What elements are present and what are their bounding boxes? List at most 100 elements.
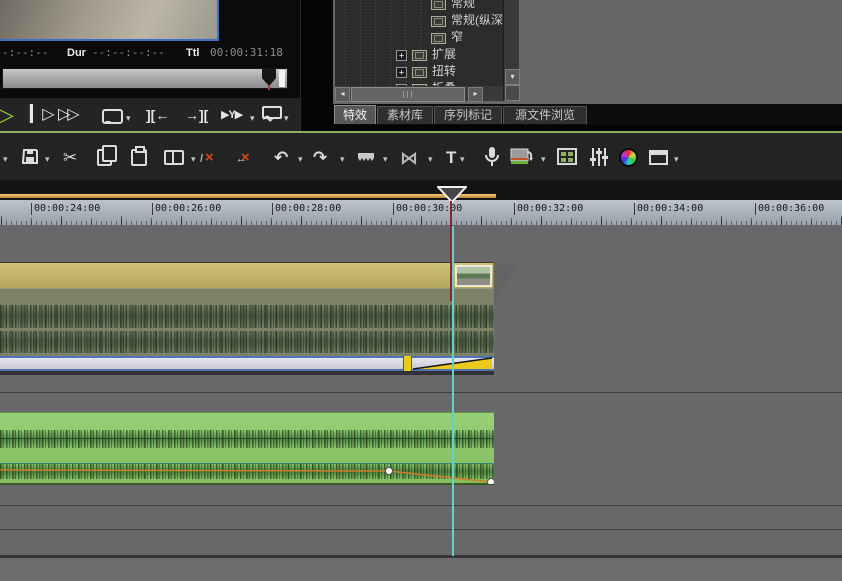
- layout-dropdown-caret[interactable]: ▾: [674, 153, 679, 165]
- delete-slash-glyph: /: [200, 153, 204, 165]
- folder-icon: [431, 16, 446, 27]
- tree-item-normal-depth[interactable]: 常规(纵深): [335, 13, 503, 30]
- scroll-left-button[interactable]: ◂: [335, 87, 350, 102]
- step-forward-button[interactable]: ▎▷: [30, 98, 55, 132]
- duplicate-icon[interactable]: [164, 150, 184, 165]
- tab-sequence-marker[interactable]: 序列标记: [434, 106, 502, 124]
- transition-dropdown-caret[interactable]: ▾: [428, 153, 433, 165]
- voiceover-mic-icon[interactable]: [484, 146, 500, 173]
- save-icon[interactable]: [21, 148, 39, 170]
- scroll-right-button[interactable]: ▸: [468, 87, 483, 102]
- redo-dropdown-caret[interactable]: ▾: [340, 153, 345, 165]
- export-dropdown-caret[interactable]: ▾: [284, 101, 289, 135]
- folder-icon: [412, 67, 427, 78]
- tree-item-label[interactable]: 常规(纵深): [451, 13, 503, 28]
- timeline-toolbar: ▾ ▾ ✂ ▾ × / × ← ↶ ▾ ↷ ▾ ▾ ⋈ ▾ T ▾ ▾ ▾: [0, 131, 842, 182]
- tree-item-label[interactable]: 窄: [451, 30, 463, 45]
- ruler-label: 00:00:32:00: [514, 203, 583, 215]
- timeline-bottom-strip: [0, 555, 842, 581]
- video-clip[interactable]: [0, 262, 494, 289]
- delete-x-glyph: ×: [205, 149, 214, 166]
- save-dropdown-caret[interactable]: ▾: [45, 153, 50, 165]
- copy-icon[interactable]: [97, 145, 117, 166]
- volume-keyframe-dot[interactable]: [385, 467, 393, 475]
- duration-value: --:--:--:--: [92, 46, 165, 59]
- undo-dropdown-caret[interactable]: ▾: [298, 153, 303, 165]
- ripple-delete-icon[interactable]: × ←: [236, 146, 250, 170]
- tree-item-expand[interactable]: + 扩展: [335, 47, 503, 64]
- inout-duration-bar[interactable]: [0, 194, 496, 198]
- timeline-inout-strip: [0, 180, 842, 200]
- color-correction-icon[interactable]: [619, 148, 638, 167]
- render-export-icon[interactable]: [510, 148, 534, 171]
- track-divider: [0, 392, 842, 393]
- play-around-cursor-button[interactable]: ▶Y▶: [221, 98, 243, 132]
- undo-icon[interactable]: ↶: [274, 146, 288, 170]
- ruler-label: 00:00:28:00: [272, 203, 341, 215]
- video-clip-audio-body[interactable]: [0, 288, 494, 357]
- playhead-line-red: [450, 201, 452, 301]
- video-editor-window: -:--:-- Dur --:--:--:-- Ttl 00:00:31:18 …: [0, 0, 842, 581]
- volume-rubber-band[interactable]: [0, 413, 494, 484]
- timeline-ruler[interactable]: 00:00:24:00 00:00:26:00 00:00:28:00 00:0…: [0, 200, 842, 226]
- tree-horizontal-scrollbar[interactable]: ◂ ▸: [335, 86, 503, 102]
- razor-icon[interactable]: [357, 150, 375, 168]
- scrubber-red-tick: [268, 85, 270, 90]
- preview-panel: -:--:-- Dur --:--:--:-- Ttl 00:00:31:18 …: [0, 0, 301, 132]
- playhead-triangle[interactable]: [437, 186, 467, 204]
- ruler-label: 00:00:26:00: [152, 203, 221, 215]
- render-dropdown-caret[interactable]: ▾: [541, 153, 546, 165]
- transition-icon[interactable]: ⋈: [400, 146, 418, 170]
- fade-keyframe-handle[interactable]: [403, 356, 412, 371]
- audio-mixer-icon[interactable]: [589, 147, 609, 172]
- cut-icon[interactable]: ✂: [63, 146, 77, 170]
- tree-item-label[interactable]: 扭转: [432, 64, 456, 79]
- razor-dropdown-caret[interactable]: ▾: [383, 153, 388, 165]
- clip-end-fold: [493, 263, 516, 307]
- tab-library[interactable]: 素材库: [377, 106, 433, 124]
- audio-clip[interactable]: [0, 412, 494, 485]
- window-layout-icon[interactable]: [649, 150, 668, 165]
- clip-end-thumbnail: [455, 265, 492, 287]
- multicam-grid-icon[interactable]: [557, 148, 577, 170]
- tree-item-normal[interactable]: 常规: [335, 0, 503, 13]
- horizontal-scroll-thumb[interactable]: [351, 87, 465, 102]
- tree-item-twist[interactable]: + 扭转: [335, 64, 503, 81]
- tree-item-narrow[interactable]: 窄: [335, 30, 503, 47]
- preview-scrubber[interactable]: [2, 68, 288, 90]
- tree-item-label[interactable]: 常规: [451, 0, 475, 11]
- scrubber-end-bar[interactable]: [279, 70, 285, 87]
- track-divider: [0, 505, 842, 506]
- playhead-line-cyan[interactable]: [452, 226, 454, 556]
- volume-keyframe-dot[interactable]: [487, 478, 495, 485]
- ruler-label: 00:00:24:00: [31, 203, 100, 215]
- title-icon[interactable]: T: [446, 146, 456, 170]
- loop-playback-icon[interactable]: [102, 109, 123, 124]
- tree-item-label[interactable]: 扩展: [432, 47, 456, 62]
- play-around-dropdown-caret[interactable]: ▾: [250, 101, 255, 135]
- expand-plus-icon[interactable]: +: [396, 67, 407, 78]
- timecode-bar: -:--:-- Dur --:--:--:-- Ttl 00:00:31:18: [0, 44, 298, 62]
- fast-forward-button[interactable]: ▷▷: [58, 98, 80, 132]
- toolbar-dropdown-caret[interactable]: ▾: [3, 153, 8, 165]
- loop-dropdown-caret[interactable]: ▾: [126, 101, 131, 135]
- title-dropdown-caret[interactable]: ▾: [460, 153, 465, 165]
- folder-icon: [431, 0, 446, 10]
- tab-effects[interactable]: 特效: [334, 105, 376, 124]
- jump-to-out-button[interactable]: →][: [185, 98, 208, 132]
- folder-icon: [431, 33, 446, 44]
- redo-icon[interactable]: ↷: [313, 146, 327, 170]
- delete-icon[interactable]: × /: [200, 146, 214, 170]
- play-button[interactable]: ▷: [0, 98, 14, 132]
- timeline-tracks: [0, 225, 842, 581]
- total-label: Ttl: [186, 47, 200, 59]
- expand-plus-icon[interactable]: +: [396, 50, 407, 61]
- scrubber-position-marker[interactable]: [262, 69, 276, 86]
- paste-dropdown-caret[interactable]: ▾: [191, 153, 196, 165]
- tree-vertical-scrollbar[interactable]: ▾: [503, 0, 520, 101]
- paste-icon[interactable]: [131, 146, 147, 166]
- jump-to-in-button[interactable]: ][←: [146, 98, 169, 132]
- ruler-label: 00:00:36:00: [755, 203, 824, 215]
- scroll-down-button[interactable]: ▾: [505, 69, 520, 85]
- tab-source-browser[interactable]: 源文件浏览: [503, 106, 587, 124]
